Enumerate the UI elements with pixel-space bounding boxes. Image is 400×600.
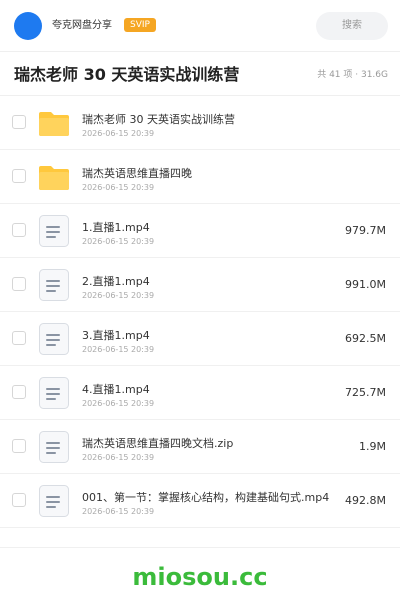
- avatar[interactable]: [14, 12, 42, 40]
- row-checkbox[interactable]: [12, 115, 26, 129]
- row-checkbox[interactable]: [12, 439, 26, 453]
- page-title: 瑞杰老师 30 天英语实战训练营: [14, 65, 240, 84]
- folder-icon: [38, 161, 70, 193]
- row-checkbox[interactable]: [12, 277, 26, 291]
- file-name: 1.直播1.mp4: [82, 221, 150, 234]
- share-name: 夸克网盘分享: [52, 20, 112, 31]
- document-icon: [38, 431, 70, 463]
- file-list: 瑞杰老师 30 天英语实战训练营 2026-06-15 20:39 瑞杰英语思维直播…: [0, 96, 400, 528]
- file-row[interactable]: 1.直播1.mp4 2026-06-15 20:39 979.7M: [0, 204, 400, 258]
- file-date: 2026-06-15 20:39: [82, 129, 155, 138]
- file-size: 692.5M: [345, 332, 386, 345]
- document-icon: [38, 215, 70, 247]
- folder-row[interactable]: 瑞杰英语思维直播四晚 2026-06-15 20:39: [0, 150, 400, 204]
- file-name: 瑞杰英语思维直播四晚文档.zip: [82, 437, 234, 450]
- file-row[interactable]: 瑞杰英语思维直播四晚文档.zip 2026-06-15 20:39 1.9M: [0, 420, 400, 474]
- file-row[interactable]: 4.直播1.mp4 2026-06-15 20:39 725.7M: [0, 366, 400, 420]
- file-row[interactable]: 2.直播1.mp4 2026-06-15 20:39 991.0M: [0, 258, 400, 312]
- row-checkbox[interactable]: [12, 385, 26, 399]
- folder-icon: [38, 107, 70, 139]
- file-date: 2026-06-15 20:39: [82, 291, 155, 300]
- row-checkbox[interactable]: [12, 223, 26, 237]
- file-date: 2026-06-15 20:39: [82, 345, 155, 354]
- file-name: 瑞杰英语思维直播四晚: [82, 167, 192, 180]
- file-size: 991.0M: [345, 278, 386, 291]
- row-checkbox[interactable]: [12, 331, 26, 345]
- footer-divider: [0, 547, 400, 548]
- document-icon: [38, 323, 70, 355]
- file-size: 725.7M: [345, 386, 386, 399]
- document-icon: [38, 269, 70, 301]
- file-date: 2026-06-15 20:39: [82, 507, 155, 516]
- file-date: 2026-06-15 20:39: [82, 183, 155, 192]
- item-summary: 共 41 项 · 31.6G: [317, 70, 388, 80]
- document-icon: [38, 377, 70, 409]
- title-bar: 瑞杰老师 30 天英语实战训练营 共 41 项 · 31.6G: [0, 52, 400, 96]
- file-name: 3.直播1.mp4: [82, 329, 150, 342]
- file-date: 2026-06-15 20:39: [82, 399, 155, 408]
- file-row[interactable]: 3.直播1.mp4 2026-06-15 20:39 692.5M: [0, 312, 400, 366]
- file-size: 979.7M: [345, 224, 386, 237]
- row-checkbox[interactable]: [12, 493, 26, 507]
- file-date: 2026-06-15 20:39: [82, 237, 155, 246]
- file-row[interactable]: 001、第一节：掌握核心结构，构建基础句式.mp4 2026-06-15 20:3…: [0, 474, 400, 528]
- header: 夸克网盘分享 SVIP 搜索: [0, 0, 400, 52]
- file-name: 4.直播1.mp4: [82, 383, 150, 396]
- folder-row[interactable]: 瑞杰老师 30 天英语实战训练营 2026-06-15 20:39: [0, 96, 400, 150]
- file-name: 2.直播1.mp4: [82, 275, 150, 288]
- svip-badge: SVIP: [124, 18, 156, 32]
- file-name: 瑞杰老师 30 天英语实战训练营: [82, 113, 235, 126]
- file-date: 2026-06-15 20:39: [82, 453, 155, 462]
- file-size: 492.8M: [345, 494, 386, 507]
- search-input[interactable]: 搜索: [316, 12, 388, 40]
- file-size: 1.9M: [359, 440, 386, 453]
- file-name: 001、第一节：掌握核心结构，构建基础句式.mp4: [82, 491, 330, 504]
- document-icon: [38, 485, 70, 517]
- watermark: miosou.cc: [132, 563, 268, 591]
- row-checkbox[interactable]: [12, 169, 26, 183]
